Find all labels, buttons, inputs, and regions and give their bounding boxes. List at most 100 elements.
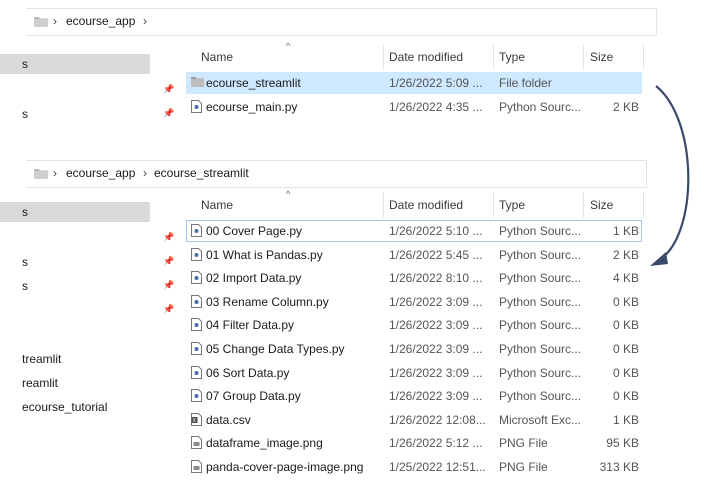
- folder-icon: [34, 169, 48, 179]
- file-size: 0 KB: [612, 342, 639, 356]
- file-name: dataframe_image.png: [206, 436, 323, 451]
- python-file-icon: [191, 294, 202, 308]
- python-file-icon: [191, 318, 202, 332]
- file-row[interactable]: ecourse_streamlit 1/26/2022 5:09 ... Fil…: [186, 72, 642, 94]
- file-date: 1/26/2022 5:12 ...: [389, 436, 483, 451]
- file-name: 04 Filter Data.py: [206, 318, 295, 333]
- chevron-right-icon: ›: [143, 166, 147, 180]
- file-type: Microsoft Exc...: [499, 412, 582, 427]
- file-row[interactable]: 05 Change Data Types.py 1/26/2022 3:09 ..…: [186, 338, 642, 360]
- file-row[interactable]: 02 Import Data.py 1/26/2022 8:10 ... Pytho…: [186, 267, 642, 289]
- explorer-window-parent: › ecourse_app › s 📌 s 📌 ^ Name Date modi…: [0, 0, 660, 135]
- python-file-icon: [191, 389, 202, 403]
- column-divider: [383, 192, 384, 218]
- file-row[interactable]: 00 Cover Page.py 1/26/2022 5:10 ... Python…: [186, 220, 642, 242]
- file-type: Python Sourc...: [499, 389, 582, 404]
- address-bar[interactable]: › ecourse_app › ecourse_streamlit: [26, 160, 647, 188]
- file-date: 1/26/2022 3:09 ...: [389, 318, 483, 333]
- column-divider: [643, 44, 644, 70]
- column-header-date[interactable]: Date modified: [389, 44, 463, 70]
- breadcrumb-item[interactable]: ecourse_streamlit: [154, 166, 249, 180]
- file-date: 1/25/2022 12:51...: [389, 460, 486, 474]
- file-date: 1/26/2022 3:09 ...: [389, 389, 483, 404]
- file-date: 1/26/2022 3:09 ...: [389, 294, 483, 309]
- breadcrumb-item[interactable]: ecourse_app: [66, 14, 135, 28]
- sidebar-item-label: s: [22, 279, 28, 293]
- sidebar-item[interactable]: s: [0, 202, 150, 222]
- file-date: 1/26/2022 12:08...: [389, 412, 486, 427]
- file-type: Python Sourc...: [499, 100, 582, 114]
- sort-ascending-icon: ^: [286, 189, 291, 199]
- file-size: 0 KB: [612, 389, 639, 404]
- file-type: Python Sourc...: [499, 224, 582, 238]
- pin-icon: 📌: [163, 84, 175, 94]
- folder-icon: [34, 17, 48, 27]
- pin-icon: 📌: [163, 108, 175, 118]
- file-size: 0 KB: [612, 318, 639, 333]
- file-type: Python Sourc...: [499, 318, 582, 333]
- address-bar[interactable]: › ecourse_app ›: [26, 8, 657, 36]
- file-date: 1/26/2022 3:09 ...: [389, 342, 483, 356]
- pin-icon: 📌: [163, 280, 175, 290]
- pin-icon: 📌: [163, 232, 175, 242]
- file-size: 95 KB: [606, 436, 639, 451]
- column-header-row: ^ Name Date modified Type Size: [186, 41, 646, 70]
- column-header-type[interactable]: Type: [499, 44, 525, 70]
- svg-text:X: X: [193, 418, 197, 424]
- file-date: 1/26/2022 5:10 ...: [389, 224, 483, 238]
- file-size: 4 KB: [612, 271, 639, 286]
- python-file-icon: [191, 100, 202, 113]
- file-name: 07 Group Data.py: [206, 389, 301, 404]
- file-size: 1 KB: [612, 224, 639, 238]
- file-row[interactable]: 01 What is Pandas.py 1/26/2022 5:45 ... Py…: [186, 244, 642, 266]
- column-header-name[interactable]: Name: [201, 44, 233, 70]
- file-type: Python Sourc...: [499, 342, 582, 356]
- file-date: 1/26/2022 5:09 ...: [389, 76, 483, 90]
- file-row[interactable]: 04 Filter Data.py 1/26/2022 3:09 ... Pytho…: [186, 314, 642, 336]
- file-row[interactable]: panda-cover-page-image.png 1/25/2022 12:5…: [186, 456, 642, 478]
- file-row[interactable]: Xdata.csv 1/26/2022 12:08... Microsoft Exc…: [186, 409, 642, 431]
- column-header-name[interactable]: Name: [201, 192, 233, 218]
- column-divider: [383, 44, 384, 70]
- column-divider: [583, 192, 584, 218]
- column-divider: [493, 192, 494, 218]
- file-row[interactable]: dataframe_image.png 1/26/2022 5:12 ... PNG…: [186, 432, 642, 454]
- file-size: 0 KB: [612, 294, 639, 309]
- explorer-window-child: › ecourse_app › ecourse_streamlit s 📌 s …: [0, 152, 660, 484]
- file-size: 313 KB: [599, 460, 639, 474]
- folder-icon: [191, 77, 204, 87]
- file-type: File folder: [499, 76, 552, 90]
- sidebar-item-label: treamlit: [22, 352, 62, 366]
- column-divider: [493, 44, 494, 70]
- breadcrumb-item[interactable]: ecourse_app: [66, 166, 135, 180]
- file-type: Python Sourc...: [499, 294, 582, 309]
- chevron-right-icon: ›: [53, 166, 57, 180]
- sidebar-item[interactable]: s: [0, 54, 150, 74]
- file-type: Python Sourc...: [499, 271, 582, 286]
- python-file-icon: [191, 247, 202, 261]
- sort-ascending-icon: ^: [286, 41, 291, 51]
- column-divider: [583, 44, 584, 70]
- column-header-size[interactable]: Size: [590, 192, 613, 218]
- file-date: 1/26/2022 8:10 ...: [389, 271, 483, 286]
- file-name: ecourse_main.py: [206, 100, 298, 114]
- file-date: 1/26/2022 5:45 ...: [389, 247, 483, 262]
- curved-arrow-icon: [650, 85, 690, 266]
- pin-icon: 📌: [163, 256, 175, 266]
- file-name: 06 Sort Data.py: [206, 365, 290, 380]
- file-row[interactable]: 06 Sort Data.py 1/26/2022 3:09 ... Python …: [186, 362, 642, 384]
- python-file-icon: [191, 365, 202, 379]
- file-row[interactable]: ecourse_main.py 1/26/2022 4:35 ... Pytho…: [186, 96, 642, 118]
- file-size: 0 KB: [612, 365, 639, 380]
- file-date: 1/26/2022 3:09 ...: [389, 365, 483, 380]
- sidebar-item-label: s: [22, 57, 28, 71]
- file-row[interactable]: 07 Group Data.py 1/26/2022 3:09 ... Python…: [186, 385, 642, 407]
- file-row[interactable]: 03 Rename Column.py 1/26/2022 3:09 ... Pyt…: [186, 291, 642, 313]
- image-file-icon: [191, 436, 202, 450]
- file-name: 02 Import Data.py: [206, 271, 302, 286]
- sidebar-item-label: reamlit: [22, 376, 59, 390]
- column-header-type[interactable]: Type: [499, 192, 525, 218]
- column-header-date[interactable]: Date modified: [389, 192, 463, 218]
- column-header-size[interactable]: Size: [590, 44, 613, 70]
- python-file-icon: [191, 271, 202, 285]
